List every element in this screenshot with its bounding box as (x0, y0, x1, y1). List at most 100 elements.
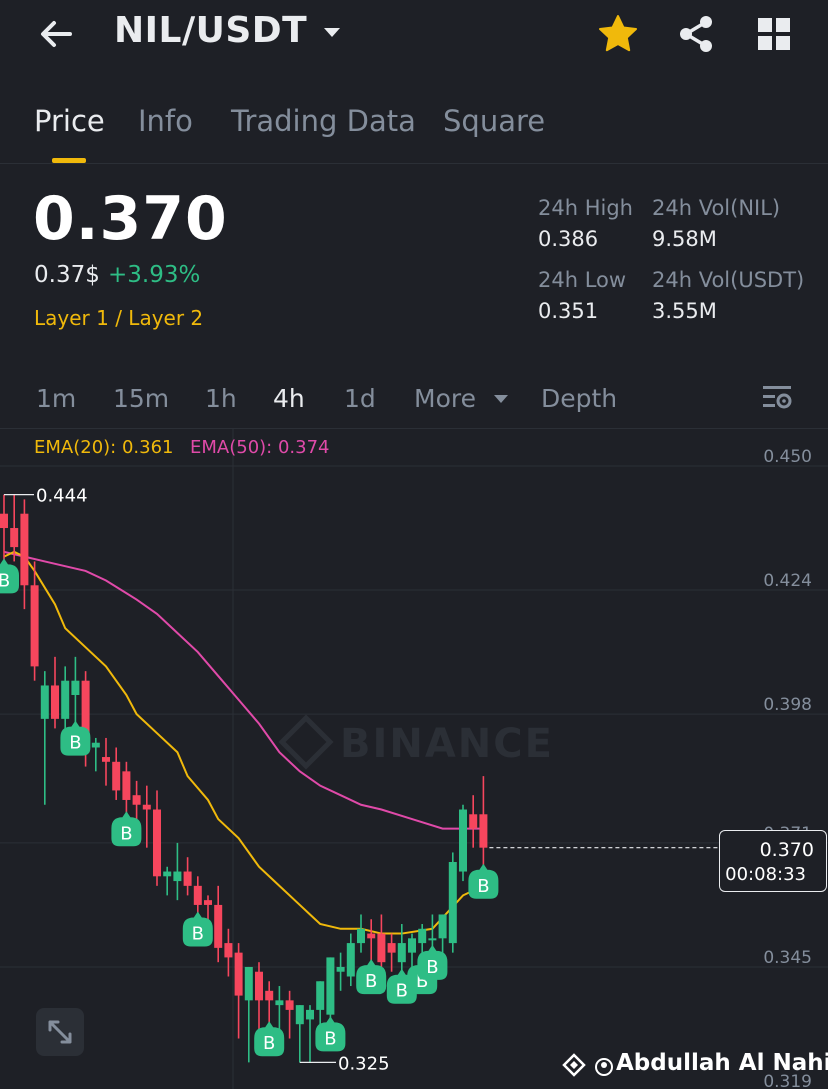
share-icon[interactable] (674, 12, 718, 56)
candle-body (40, 685, 49, 719)
credit-text: Abdullah Al Nahid (616, 1050, 828, 1076)
vol-quote-label: 24h Vol(USDT) (652, 268, 805, 292)
y-axis-tick: 0.398 (763, 695, 812, 715)
tab-bar: Price Info Trading Data Square (0, 100, 828, 164)
buy-marker-label: B (120, 823, 132, 844)
candle-body (367, 933, 376, 939)
high-marker-label: 0.444 (36, 486, 88, 507)
vol-base-label: 24h Vol(NIL) (652, 196, 781, 220)
caret-down-icon[interactable] (322, 22, 342, 42)
candle-body (448, 861, 457, 944)
binance-logo-icon (562, 1053, 613, 1077)
tab-square[interactable]: Square (443, 104, 545, 138)
candle-body (357, 928, 365, 944)
candle-body (71, 680, 80, 696)
depth-tab[interactable]: Depth (541, 384, 617, 413)
timeframe-4h[interactable]: 4h (273, 384, 305, 413)
candle-body (428, 938, 437, 941)
ema20-legend: EMA(20): 0.361 (34, 437, 174, 458)
timeframe-1m[interactable]: 1m (36, 384, 76, 413)
candle-body (20, 513, 29, 586)
y-axis-tick: 0.345 (763, 948, 812, 968)
candle-body (234, 952, 243, 996)
vol-quote-value: 3.55M (652, 299, 717, 323)
vol-base-value: 9.58M (652, 227, 717, 251)
candle-body (30, 585, 39, 667)
candle-body (51, 685, 59, 719)
candle-body (326, 957, 335, 1015)
candle-body (142, 804, 151, 810)
candle-body (132, 795, 141, 805)
candle-body (275, 1000, 284, 1006)
high-value: 0.386 (538, 227, 599, 251)
candle-body (183, 871, 192, 886)
usd-price: 0.37$ (34, 262, 100, 288)
candle-body (163, 871, 172, 877)
candle-body (469, 814, 478, 829)
candle-body (193, 885, 202, 905)
low-label: 24h Low (538, 268, 627, 292)
watermark: BINANCE (340, 721, 554, 767)
candle-body (112, 761, 121, 791)
candle-body (377, 933, 386, 963)
chart-settings-icon[interactable] (760, 382, 794, 414)
candle-body (336, 966, 345, 972)
timeframe-more[interactable]: More (414, 384, 476, 413)
active-tab-indicator (52, 158, 86, 163)
back-arrow-icon[interactable] (36, 14, 76, 54)
current-price-value: 0.370 (759, 839, 814, 861)
grid-icon[interactable] (752, 12, 796, 56)
buy-marker-label: B (69, 733, 81, 754)
top-bar: NIL/USDT (0, 0, 828, 70)
candle-body (173, 871, 182, 882)
tab-price[interactable]: Price (34, 104, 105, 138)
candle-body (153, 809, 161, 877)
timeframe-1d[interactable]: 1d (344, 384, 376, 413)
candle-body (91, 742, 100, 748)
candle-body (102, 757, 110, 762)
candle-body (479, 814, 488, 848)
low-marker-label: 0.325 (338, 1053, 390, 1074)
candle-body (387, 943, 396, 953)
pair-title[interactable]: NIL/USDT (114, 10, 307, 51)
candle-body (265, 990, 274, 1001)
candle-body (224, 943, 233, 958)
candle-body (204, 900, 212, 905)
candle-body (244, 966, 253, 1001)
candle-body (418, 928, 427, 944)
candle-body (0, 513, 8, 529)
candle-body (61, 680, 70, 719)
buy-marker-label: B (263, 1033, 275, 1054)
buy-marker-label: B (365, 971, 377, 992)
candle-body (459, 809, 467, 872)
category-tag[interactable]: Layer 1 / Layer 2 (34, 306, 203, 330)
high-label: 24h High (538, 196, 633, 220)
candlestick-chart[interactable]: 0.4500.4240.3980.3710.3450.319BINANCE0.4… (0, 429, 828, 1089)
star-icon[interactable] (596, 12, 640, 56)
watermark-logo-icon (278, 714, 334, 770)
buy-marker-label: B (477, 876, 489, 897)
expand-chart-button[interactable] (36, 1008, 84, 1056)
candle-body (214, 904, 223, 948)
candle-body (306, 1009, 314, 1020)
candle-body (295, 1005, 304, 1025)
timeframe-15m[interactable]: 15m (113, 384, 169, 413)
tab-info[interactable]: Info (138, 104, 193, 138)
ema50-legend: EMA(50): 0.374 (190, 437, 330, 458)
y-axis-tick: 0.450 (763, 447, 812, 467)
timeframe-1h[interactable]: 1h (205, 384, 237, 413)
candle-countdown: 00:08:33 (725, 864, 806, 885)
y-axis-tick: 0.424 (763, 571, 812, 591)
low-value: 0.351 (538, 299, 599, 323)
tab-trading-data[interactable]: Trading Data (231, 104, 416, 138)
price-change: +3.93% (108, 262, 201, 288)
candle-body (346, 943, 355, 977)
candle-body (255, 971, 263, 1001)
candle-body (438, 914, 447, 939)
more-caret-icon[interactable] (492, 392, 510, 406)
buy-marker-label: B (324, 1028, 336, 1049)
buy-marker-label: B (426, 957, 438, 978)
current-price-tag[interactable]: 0.370 00:08:33 (719, 830, 827, 892)
buy-marker-label: B (192, 923, 204, 944)
last-price: 0.370 (33, 184, 228, 254)
